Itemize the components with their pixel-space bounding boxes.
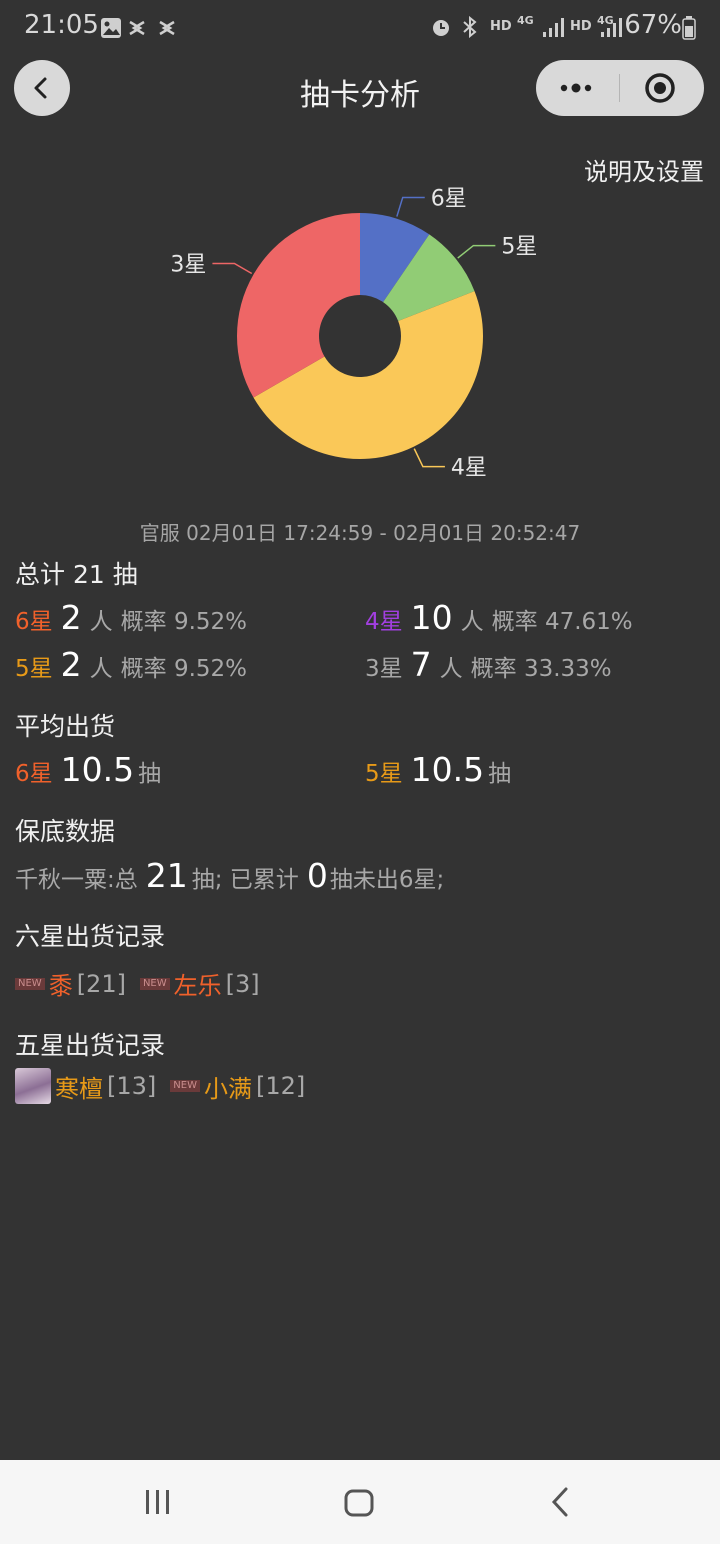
pull-count: [3] — [225, 969, 260, 998]
star-count: 7 — [410, 645, 432, 684]
new-badge: NEW — [139, 977, 170, 990]
hd-indicator: HD — [490, 19, 512, 34]
gallery-icon — [101, 18, 121, 38]
summary-row-5star: 5星 2 人 概率 9.52% — [15, 645, 255, 684]
status-time: 21:05 — [24, 10, 99, 40]
star-count: 2 — [60, 598, 82, 637]
star-count: 2 — [60, 645, 82, 684]
pity-tail-text: 抽未出6星; — [329, 867, 445, 893]
pity-mid-text: 抽; 已累计 — [191, 867, 299, 893]
home-icon[interactable] — [343, 1488, 375, 1518]
count-unit: 人 — [89, 609, 113, 635]
miniprogram-capsule — [536, 60, 704, 116]
average-value: 10.5 — [60, 750, 135, 789]
pie-label-2: 4星 — [451, 456, 487, 481]
star-label: 6星 — [15, 761, 53, 787]
operator-avatar — [15, 1068, 51, 1104]
star-count: 10 — [410, 598, 453, 637]
recent-apps-icon[interactable] — [143, 1488, 173, 1516]
count-unit: 人 — [460, 609, 484, 635]
system-nav-bar — [0, 1460, 720, 1544]
more-dots-icon[interactable] — [558, 78, 598, 98]
summary-row-6star: 6星 2 人 概率 9.52% — [15, 598, 255, 637]
capsule-divider — [619, 74, 620, 102]
rate-text: 概率 33.33% — [470, 656, 612, 682]
average-title: 平均出货 — [15, 712, 116, 741]
average-unit: 抽 — [138, 761, 162, 787]
new-badge: NEW — [15, 977, 45, 990]
rate-text: 概率 9.52% — [120, 609, 248, 635]
rate-text: 概率 9.52% — [120, 656, 248, 682]
average-unit: 抽 — [488, 761, 512, 787]
five-star-records-title: 五星出货记录 — [15, 1031, 166, 1060]
status-bar: 21:05 HD 4G HD 4G 67% — [0, 0, 720, 56]
signal-icon-2 — [601, 18, 622, 37]
summary-row-4star: 4星 10 人 概率 47.61% — [365, 598, 641, 637]
star-label: 6星 — [15, 609, 53, 635]
pity-row: 千秋一粟:总 21 抽; 已累计 0 抽未出6星; — [15, 856, 452, 895]
settings-link[interactable]: 说明及设置 — [584, 152, 704, 187]
alarm-icon — [433, 20, 449, 36]
rate-text: 概率 47.61% — [491, 609, 633, 635]
star-label: 5星 — [15, 656, 53, 682]
six-star-records-title: 六星出货记录 — [15, 922, 166, 951]
star-label: 5星 — [365, 761, 403, 787]
net-gen-indicator: 4G — [517, 14, 534, 27]
pie-leader-line-1 — [457, 244, 496, 259]
app-notification-icon — [129, 20, 175, 36]
pie-leader-line-0 — [396, 196, 425, 217]
back-nav-icon[interactable] — [548, 1486, 572, 1518]
pie-label-3: 3星 — [170, 253, 206, 278]
new-badge: NEW — [170, 1080, 200, 1092]
time-range: 官服 02月01日 17:24:59 - 02月01日 20:52:47 — [139, 521, 581, 545]
bluetooth-icon — [463, 16, 477, 38]
battery-icon — [682, 16, 696, 40]
average-value: 10.5 — [410, 750, 485, 789]
pool-name: 千秋一粟:总 — [15, 867, 138, 893]
operator-name: 小满 — [203, 1074, 252, 1103]
target-icon[interactable] — [644, 72, 676, 104]
count-unit: 人 — [89, 656, 113, 682]
star-label: 3星 — [365, 656, 403, 682]
count-unit: 人 — [439, 656, 463, 682]
battery-percent: 67% — [624, 10, 682, 40]
five-star-records-list: 寒檀 [13] NEW 小满 [12] — [15, 1068, 319, 1104]
pie-label-0: 6星 — [431, 186, 467, 211]
summary-row-3star: 3星 7 人 概率 33.33% — [365, 645, 620, 684]
six-star-records-list: NEW 黍 [21] NEW 左乐 [3] — [15, 966, 274, 1001]
pull-count: [13] — [107, 1072, 157, 1100]
operator-name: 寒檀 — [55, 1074, 103, 1103]
pie-leader-line-3 — [212, 262, 253, 275]
pity-total: 21 — [145, 856, 188, 895]
hd-indicator-2: HD — [570, 19, 592, 34]
star-distribution-donut-chart: 6星 5星 4星 3星 — [170, 186, 537, 481]
operator-name: 左乐 — [173, 972, 222, 1000]
average-6star: 6星 10.5 抽 — [15, 750, 169, 789]
pity-title: 保底数据 — [15, 817, 116, 846]
pull-count: [12] — [255, 1072, 306, 1100]
pie-slice-3 — [237, 213, 360, 398]
total-pulls-title: 总计 21 抽 — [15, 560, 138, 589]
pie-label-1: 5星 — [501, 235, 537, 260]
pull-count: [21] — [76, 969, 126, 998]
pie-leader-line-2 — [413, 448, 445, 468]
average-5star: 5星 10.5 抽 — [365, 750, 519, 789]
star-label: 4星 — [365, 609, 403, 635]
signal-icon — [543, 18, 564, 37]
pity-accum: 0 — [306, 856, 328, 895]
operator-name: 黍 — [48, 972, 73, 1000]
